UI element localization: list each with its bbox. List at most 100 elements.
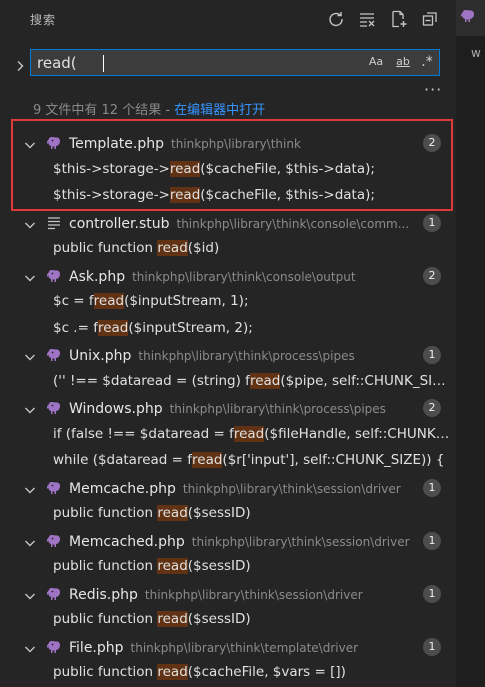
match-row[interactable]: $c = fread($inputStream, 1); (0, 288, 456, 315)
match-row[interactable]: public function read($cacheFile, $vars =… (0, 659, 456, 686)
match-highlight: read (157, 240, 188, 256)
file-path: thinkphp\library\think\template\driver (130, 640, 359, 655)
collapse-all-icon[interactable] (421, 10, 439, 28)
file-row[interactable]: Windows.php thinkphp\library\think\proces… (0, 394, 456, 421)
file-row[interactable]: Memcache.php thinkphp\library\think\sessi… (0, 474, 456, 501)
match-highlight: read (157, 611, 188, 627)
match-highlight: read (93, 293, 125, 309)
match-suffix: ($pipe, self::CHUNK_SIZE... (280, 372, 450, 389)
match-highlight: read (249, 372, 281, 389)
chevron-down-icon[interactable] (24, 348, 36, 361)
match-suffix: ($sessID) (187, 558, 251, 574)
file-row[interactable]: Unix.php thinkphp\library\think\process\p… (0, 341, 456, 368)
match-line: public function read($sessID) (53, 558, 450, 574)
chevron-down-icon[interactable] (24, 587, 36, 599)
php-elephant-icon (46, 347, 62, 361)
match-row[interactable]: if (false !== $dataread = fread($fileHan… (0, 421, 456, 448)
file-path: thinkphp\library\think\console\comm... (176, 216, 410, 231)
file-name: Ask.php (69, 268, 126, 285)
match-highlight: read (169, 160, 201, 177)
file-name: Memcached.php (69, 533, 185, 550)
match-prefix: public function (53, 505, 158, 521)
match-line: public function read($sessID) (53, 505, 450, 521)
chevron-down-icon[interactable] (24, 136, 36, 149)
file-row[interactable]: Ask.php thinkphp\library\think\console\ou… (0, 262, 456, 289)
php-elephant-icon (46, 533, 62, 547)
file-row[interactable]: controller.stub thinkphp\library\think\co… (0, 209, 456, 236)
file-path: thinkphp\library\think (170, 137, 301, 151)
match-count-badge: 2 (423, 266, 441, 285)
match-count-badge: 1 (423, 478, 441, 497)
file-name: Template.php (69, 136, 164, 152)
php-elephant-icon (459, 8, 477, 26)
match-line: ('' !== $dataread = (string) fread($pipe… (53, 372, 450, 389)
match-prefix: public function (53, 240, 158, 256)
match-line: public function read($cacheFile, $vars =… (53, 664, 450, 680)
match-case-icon[interactable]: Aa (367, 53, 385, 71)
lines-file-icon (46, 215, 62, 229)
match-row[interactable]: public function read($sessID) (0, 500, 456, 527)
file-path: thinkphp\library\think\session\driver (182, 481, 401, 496)
match-highlight: read (169, 187, 201, 203)
match-count-badge: 1 (423, 584, 441, 603)
file-label: Ask.php thinkphp\library\think\console\ou… (69, 266, 416, 285)
match-suffix: ($id) (187, 240, 220, 256)
match-whole-word-icon[interactable]: ab (392, 53, 414, 71)
match-row[interactable]: ('' !== $dataread = (string) fread($pipe… (0, 368, 456, 395)
match-row[interactable]: public function read($sessID) (0, 606, 456, 633)
file-name: controller.stub (69, 215, 170, 232)
file-path: thinkphp\library\think\process\pipes (138, 349, 355, 363)
regex-icon[interactable]: .* (418, 53, 436, 71)
match-prefix: ('' !== $dataread = (string) f (53, 372, 250, 389)
file-path: thinkphp\library\think\process\pipes (169, 402, 386, 416)
more-options-icon[interactable]: ··· (424, 80, 442, 99)
chevron-down-icon[interactable] (24, 216, 36, 228)
editor-partial-text: w (471, 46, 481, 60)
match-row[interactable]: while ($dataread = fread($r['input'], se… (0, 447, 456, 474)
php-elephant-icon (46, 268, 62, 282)
file-row[interactable]: File.php thinkphp\library\think\template\… (0, 633, 456, 660)
match-line: $this->storage->read($cacheFile, $this->… (53, 160, 450, 177)
match-row[interactable]: $this->storage->read($cacheFile, $this->… (0, 182, 456, 209)
file-row[interactable]: Redis.php thinkphp\library\think\session\… (0, 580, 456, 607)
match-count-badge: 1 (423, 213, 441, 232)
match-highlight: read (192, 452, 223, 468)
file-name: Unix.php (69, 348, 132, 364)
open-in-editor-link[interactable]: 在编辑器中打开 (174, 103, 265, 118)
file-label: Windows.php thinkphp\library\think\proces… (69, 398, 416, 417)
search-input-value: read( (37, 54, 77, 72)
file-name: Memcache.php (69, 480, 176, 497)
file-row[interactable]: Template.php thinkphp\library\think 2 (0, 129, 456, 156)
file-path: thinkphp\library\think\console\output (132, 269, 356, 284)
match-prefix: public function (53, 611, 158, 627)
match-line: $c = fread($inputStream, 1); (53, 293, 450, 309)
refresh-icon[interactable] (327, 10, 345, 28)
results-count-text: 9 文件中有 12 个结果 - (33, 103, 175, 118)
match-count-badge: 2 (423, 134, 441, 152)
file-label: File.php thinkphp\library\think\template\… (69, 637, 416, 656)
clear-results-icon[interactable] (358, 10, 376, 28)
match-suffix: ($sessID) (187, 611, 251, 627)
chevron-down-icon[interactable] (24, 534, 36, 546)
file-label: controller.stub thinkphp\library\think\co… (69, 213, 416, 232)
chevron-down-icon[interactable] (24, 401, 36, 414)
match-suffix: ($sessID) (187, 505, 251, 521)
match-row[interactable]: public function read($sessID) (0, 553, 456, 580)
match-prefix: $c = f (53, 293, 94, 309)
chevron-down-icon[interactable] (24, 269, 36, 281)
match-line: public function read($id) (53, 240, 450, 256)
file-label: Template.php thinkphp\library\think (69, 133, 416, 152)
match-row[interactable]: $c .= fread($inputStream, 2); (0, 315, 456, 342)
chevron-down-icon[interactable] (24, 640, 36, 652)
new-search-editor-icon[interactable] (390, 10, 408, 28)
match-row[interactable]: $this->storage->read($cacheFile, $this->… (0, 156, 456, 183)
chevron-down-icon[interactable] (24, 481, 36, 493)
match-suffix: ($cacheFile, $vars = []) (187, 664, 346, 680)
search-input[interactable]: read( Aa ab .* (30, 49, 440, 76)
file-row[interactable]: Memcached.php thinkphp\library\think\sess… (0, 527, 456, 554)
match-prefix: while ($dataread = f (53, 452, 193, 468)
match-suffix: ($inputStream, 1); (124, 293, 249, 309)
match-prefix: $this->storage-> (53, 187, 170, 203)
match-row[interactable]: public function read($id) (0, 235, 456, 262)
toggle-replace-chevron-icon[interactable] (14, 57, 26, 71)
